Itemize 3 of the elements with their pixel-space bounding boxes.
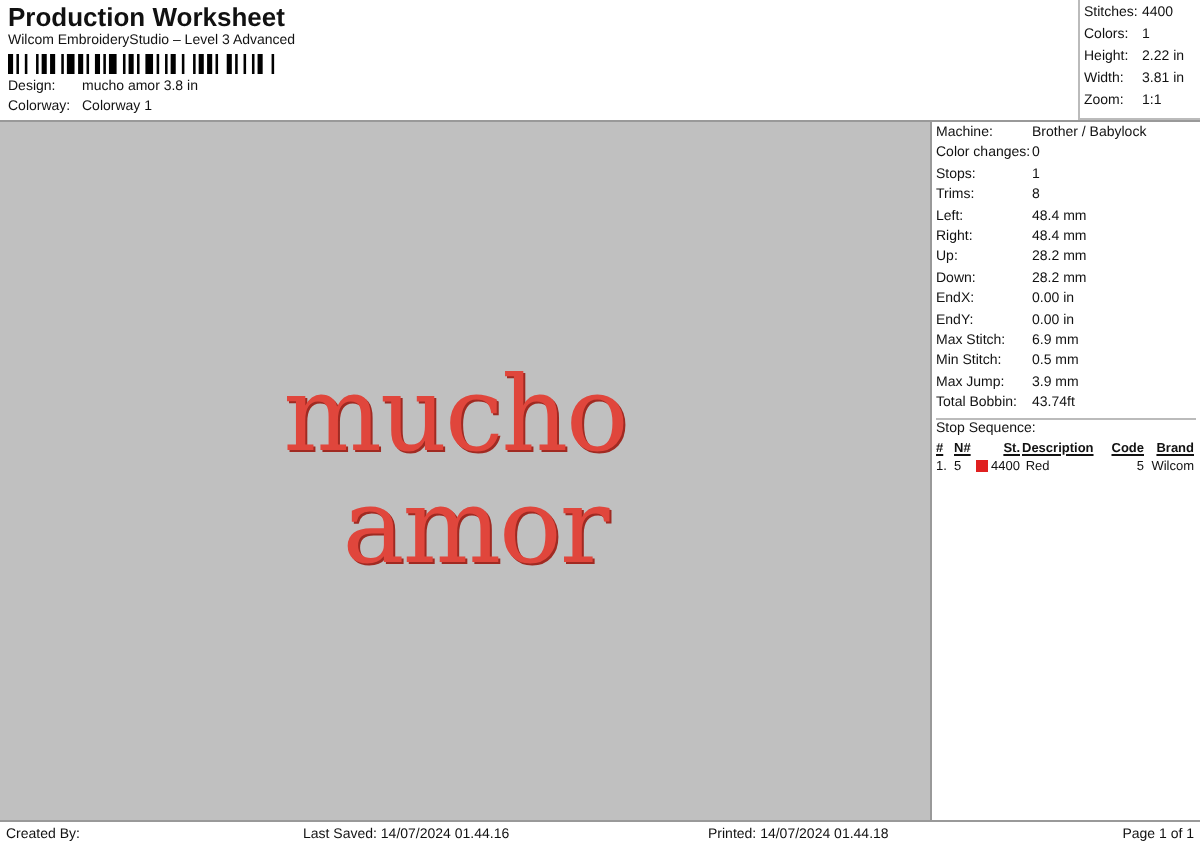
embroidered-lettering: mucho (283, 359, 627, 471)
worksheet-title: Production Worksheet (8, 2, 287, 32)
embroidered-lettering: amor (342, 471, 608, 583)
